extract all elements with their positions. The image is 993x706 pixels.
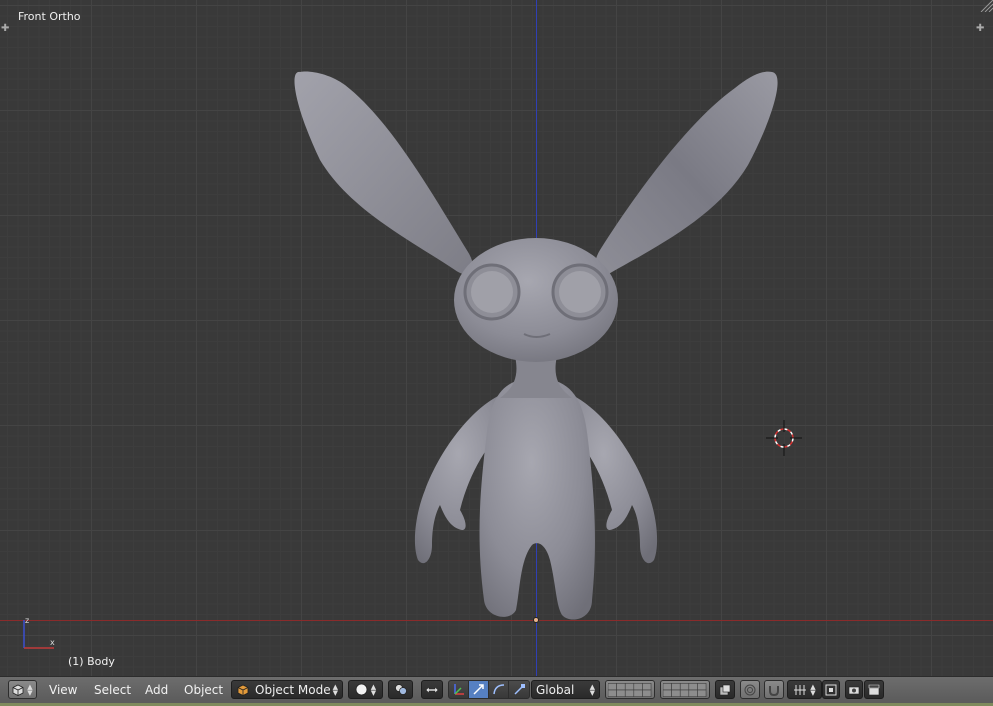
viewport-shading-dropdown[interactable]: ▲ ▼ (348, 680, 383, 699)
rotate-arc-icon (493, 684, 505, 695)
pivot-point-dropdown[interactable] (388, 680, 413, 699)
menu-object[interactable]: Object (184, 681, 223, 699)
magnet-icon (769, 685, 779, 696)
svg-text:x: x (50, 638, 55, 647)
3d-viewport[interactable]: Front Ortho ✚ ✚ z x (1) Body (0, 0, 993, 676)
active-object-label: (1) Body (68, 655, 115, 668)
snap-target-button[interactable] (822, 680, 840, 699)
pivot-icon (394, 684, 407, 695)
axes-icon (454, 684, 464, 695)
transform-orientation-dropdown[interactable]: Global ▲ ▼ (531, 680, 600, 699)
rabbit-model[interactable] (290, 60, 790, 630)
3d-cursor-icon[interactable] (766, 420, 802, 456)
scene-layers-group-2[interactable] (660, 680, 710, 699)
orientation-label: Global (536, 682, 575, 697)
manipulator-toggle-icon (425, 685, 439, 694)
menu-select[interactable]: Select (94, 681, 131, 699)
orientation-axes-icon: z x (23, 616, 55, 649)
snap-target-icon (825, 684, 837, 695)
render-animation-button[interactable] (864, 680, 884, 699)
updown-arrows-icon: ▲ ▼ (810, 682, 816, 697)
snap-increment-icon (794, 684, 807, 695)
render-image-button[interactable] (845, 680, 863, 699)
menu-view[interactable]: View (49, 681, 77, 699)
camera-icon (848, 686, 860, 694)
transform-manipulators (448, 680, 530, 699)
manipulator-toggle[interactable] (421, 680, 443, 699)
mode-label: Object Mode (255, 682, 331, 697)
solid-sphere-icon (355, 683, 368, 696)
lock-camera-layers-button[interactable] (715, 680, 735, 699)
translate-arrow-icon (473, 684, 484, 695)
rotate-button[interactable] (489, 681, 509, 698)
proportional-edit-icon (744, 684, 756, 695)
view-label: Front Ortho (18, 10, 81, 23)
translate-button[interactable] (469, 681, 489, 698)
mode-dropdown[interactable]: Object Mode ▲ ▼ (231, 680, 343, 699)
manipulator-combined-button[interactable] (449, 681, 469, 698)
scene-layers-group-1[interactable] (605, 680, 655, 699)
svg-text:z: z (25, 616, 29, 625)
snap-element-dropdown[interactable]: ▲ ▼ (787, 680, 822, 699)
layers-lock-icon (719, 684, 731, 695)
object-origin[interactable] (533, 617, 539, 623)
region-corner-icon[interactable]: ✚ (976, 24, 984, 34)
scale-button[interactable] (509, 681, 529, 698)
cube-editor-icon (12, 684, 24, 696)
proportional-editing-button[interactable] (740, 680, 760, 699)
clapperboard-icon (868, 684, 880, 695)
viewport-header: ▲ ▼ View Select Add Object Object Mode ▲ ▼… (0, 676, 993, 704)
editor-type-selector[interactable]: ▲ ▼ (8, 680, 37, 699)
updown-arrows-icon: ▲ ▼ (332, 682, 338, 697)
updown-arrows-icon: ▲ ▼ (589, 682, 595, 697)
layer-grid-icon (608, 682, 652, 697)
area-split-icon[interactable] (977, 0, 993, 12)
menu-add[interactable]: Add (145, 681, 168, 699)
layer-grid-icon (663, 682, 707, 697)
scale-icon (513, 684, 525, 695)
region-corner-icon[interactable]: ✚ (1, 24, 9, 34)
snap-toggle-button[interactable] (764, 680, 784, 699)
object-mode-cube-icon (237, 684, 249, 696)
updown-arrows-icon: ▲ ▼ (370, 682, 377, 697)
updown-arrows-icon: ▲ ▼ (27, 682, 33, 697)
